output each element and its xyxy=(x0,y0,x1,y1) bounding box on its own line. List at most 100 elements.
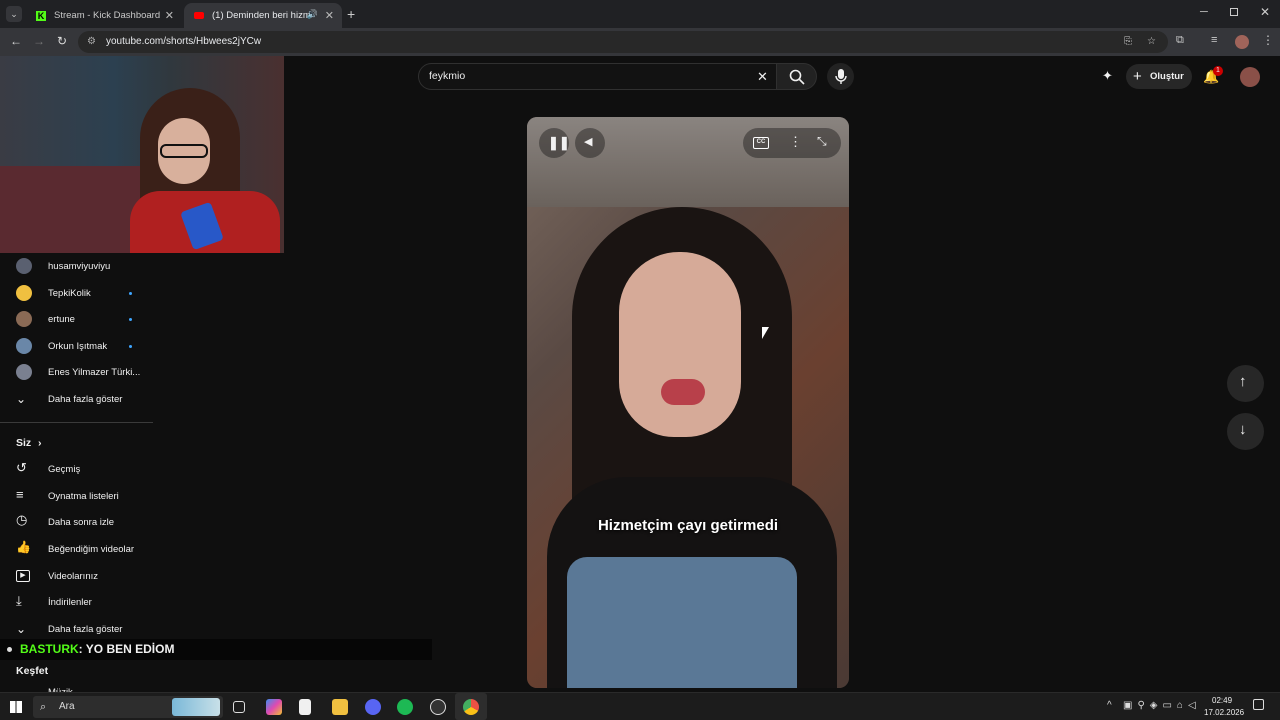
url-text: youtube.com/shorts/Hbwees2jYCw xyxy=(106,36,262,47)
new-tab-button[interactable]: + xyxy=(347,6,355,22)
channel-name: TepkiKolik xyxy=(48,287,91,299)
channel-name: ertune xyxy=(48,313,75,325)
tab-youtube-short[interactable]: (1) Deminden beri hizmetçi 🔊 ✕ xyxy=(184,3,342,28)
chevron-down-icon: ⌄ xyxy=(16,392,27,406)
tab-list-icon[interactable]: ⌄ xyxy=(6,6,22,22)
show-more-subscriptions[interactable]: ⌄ Daha fazla göster xyxy=(0,386,150,412)
create-label: Oluştur xyxy=(1150,71,1184,82)
restore-button[interactable] xyxy=(1230,8,1238,16)
create-button[interactable]: + Oluştur xyxy=(1126,64,1192,89)
subscription-item[interactable]: Orkun Işıtmak xyxy=(0,333,150,359)
taskbar-date: 17.02.2026 xyxy=(1204,708,1245,717)
show-more-label: Daha fazla göster xyxy=(48,393,123,405)
obs-icon[interactable] xyxy=(430,699,446,715)
close-tab-icon[interactable]: ✕ xyxy=(165,9,174,22)
taskbar-search-placeholder: Ara xyxy=(59,701,75,712)
kick-icon: K xyxy=(36,10,46,21)
plus-icon: + xyxy=(1133,68,1142,85)
chat-badge-icon xyxy=(7,647,12,652)
search-button[interactable] xyxy=(776,63,817,90)
channel-avatar xyxy=(16,258,32,274)
webcam-glasses xyxy=(160,144,208,158)
sidebar-item-label: Videolarınız xyxy=(48,570,98,582)
discord-icon[interactable] xyxy=(365,699,381,715)
subscription-item[interactable]: Enes Yilmazer Türki... xyxy=(0,359,150,385)
channel-name: Orkun Işıtmak xyxy=(48,340,108,352)
close-tab-icon[interactable]: ✕ xyxy=(325,9,334,22)
search-input[interactable]: feykmio ✕ xyxy=(418,63,782,90)
video-icon: ▶ xyxy=(16,570,30,582)
subscription-item[interactable]: husamviyuviyu xyxy=(0,253,150,279)
sidebar-item-playlists[interactable]: ≡ Oynatma listeleri xyxy=(0,483,150,509)
speaker-icon[interactable]: 🔊 xyxy=(307,9,318,20)
sidebar-item-liked-videos[interactable]: 👍 Beğendiğim videolar xyxy=(0,536,150,562)
sidebar-item-watch-later[interactable]: ◷ Daha sonra izle xyxy=(0,509,150,535)
clear-search-icon[interactable]: ✕ xyxy=(757,64,768,89)
captions-icon[interactable]: CC xyxy=(753,137,769,149)
video-person-lips xyxy=(661,379,705,405)
pause-button[interactable]: ❚❚ xyxy=(539,128,570,158)
reload-icon[interactable]: ↻ xyxy=(57,34,67,48)
subscription-item[interactable]: TepkiKolik xyxy=(0,280,150,306)
webcam-blanket xyxy=(0,166,140,253)
menu-icon[interactable]: ⋮ xyxy=(1262,33,1274,47)
notification-center-icon[interactable] xyxy=(1253,699,1264,710)
site-info-icon[interactable]: ⚙ xyxy=(87,31,96,53)
sidebar-item-label: İndirilenler xyxy=(48,596,92,608)
channel-name: husamviyuviyu xyxy=(48,260,111,272)
forward-icon[interactable]: → xyxy=(33,34,45,48)
live-indicator-dot xyxy=(129,318,132,321)
you-section-title: Siz xyxy=(16,437,32,449)
profile-avatar[interactable] xyxy=(1235,35,1249,49)
sidebar-item-history[interactable]: ↺ Geçmiş xyxy=(0,456,150,482)
live-indicator-dot xyxy=(129,345,132,348)
you-section-header[interactable]: Siz › xyxy=(0,430,150,456)
chat-username: BASTURK xyxy=(20,642,79,656)
ai-sparkle-icon[interactable]: ✦ xyxy=(1102,68,1113,84)
video-subtitle: Hizmetçim çayı getirmedi xyxy=(597,517,779,534)
chat-message: : YO BEN EDİOM xyxy=(78,642,175,656)
taskbar-search-input[interactable]: ⌕ Ara xyxy=(33,696,223,718)
channel-avatar xyxy=(16,364,32,380)
active-app-indicator xyxy=(455,693,487,720)
show-more-label: Daha fazla göster xyxy=(48,623,123,635)
spotify-icon[interactable] xyxy=(397,699,413,715)
sidebar-item-your-videos[interactable]: ▶ Videolarınız xyxy=(0,563,150,589)
minimize-button[interactable]: ─ xyxy=(1200,6,1208,18)
voice-search-button[interactable] xyxy=(827,63,854,90)
mouse-cursor xyxy=(762,327,769,339)
fullscreen-icon[interactable]: ⤡ xyxy=(817,134,827,149)
shorts-video-player[interactable]: Hizmetçim çayı getirmedi ❚❚ ◀ CC ⋮ ⤡ xyxy=(527,117,849,688)
sidebar-item-label: Beğendiğim videolar xyxy=(48,543,135,555)
account-avatar[interactable] xyxy=(1240,67,1260,87)
video-person-face xyxy=(619,252,741,437)
copilot-icon[interactable] xyxy=(266,699,282,715)
search-value: feykmio xyxy=(429,70,466,82)
subscription-item[interactable]: ertune xyxy=(0,306,150,332)
live-indicator-dot xyxy=(129,292,132,295)
tray-icons[interactable]: ▣⚲◈▭⌂◁ xyxy=(1123,700,1201,711)
windows-start-icon[interactable] xyxy=(10,701,22,713)
back-icon[interactable]: ← xyxy=(10,34,22,48)
next-video-button[interactable]: ↓ xyxy=(1227,413,1264,450)
previous-video-button[interactable]: ↑ xyxy=(1227,365,1264,402)
install-icon[interactable]: ⎘ xyxy=(1124,31,1132,53)
tray-chevron-icon[interactable]: ^ xyxy=(1107,700,1112,711)
stream-chat-overlay: BASTURK: YO BEN EDİOM xyxy=(0,639,432,660)
mute-button[interactable]: ◀ xyxy=(575,128,605,158)
tab-kick-dashboard[interactable]: K Stream - Kick Dashboard ✕ xyxy=(26,3,182,28)
notepad-icon[interactable] xyxy=(299,699,311,715)
more-options-icon[interactable]: ⋮ xyxy=(789,134,802,150)
sidebar-item-downloads[interactable]: ⤓ İndirilenler xyxy=(0,589,150,615)
close-window-button[interactable]: ✕ xyxy=(1260,5,1270,19)
bookmark-star-icon[interactable]: ☆ xyxy=(1147,31,1156,53)
history-icon: ↺ xyxy=(16,460,27,475)
address-bar[interactable]: ⚙ youtube.com/shorts/Hbwees2jYCw ⎘ ☆ xyxy=(78,31,1168,53)
file-explorer-icon[interactable] xyxy=(332,699,348,715)
extensions-icon[interactable]: ⧉ xyxy=(1176,34,1184,47)
taskbar-time: 02:49 xyxy=(1212,696,1233,705)
media-control-icon[interactable]: ≡ xyxy=(1211,34,1217,46)
download-icon: ⤓ xyxy=(16,593,22,608)
microphone-icon xyxy=(835,69,847,84)
task-view-icon[interactable] xyxy=(233,701,245,713)
